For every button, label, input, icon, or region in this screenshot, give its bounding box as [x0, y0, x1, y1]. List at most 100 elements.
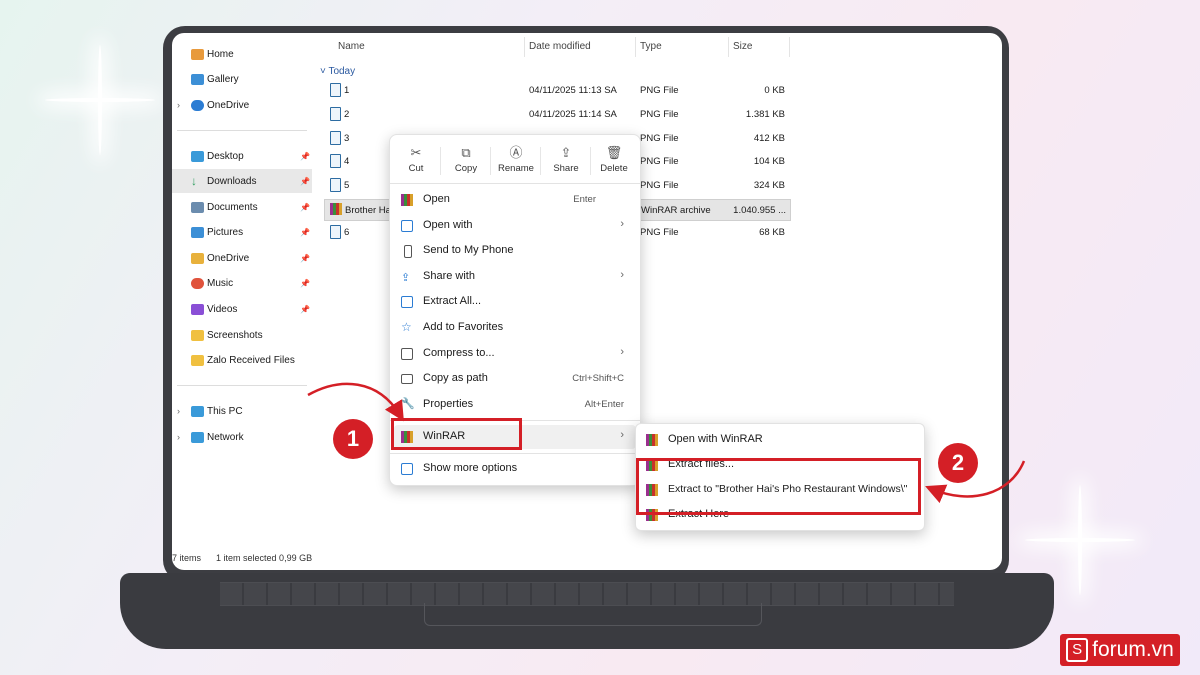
network-icon [191, 431, 204, 443]
pin-icon: 📌 [300, 304, 310, 314]
menu-item-share-with[interactable]: ⇪ Share with › [394, 265, 636, 289]
png-file-icon [330, 83, 341, 97]
sidebar-item-zalo[interactable]: Zalo Received Files [172, 348, 312, 372]
column-divider[interactable] [728, 37, 729, 57]
png-file-icon [330, 107, 341, 121]
cloud-icon [191, 252, 204, 264]
share-icon: ⇪ [560, 145, 572, 160]
rename-button[interactable]: Ⓐ Rename [492, 143, 540, 183]
chevron-right-icon[interactable]: › [177, 100, 180, 110]
sidebar-item-videos[interactable]: Videos 📌 [172, 297, 312, 321]
column-divider[interactable] [789, 37, 790, 57]
copy-icon: ⧉ [461, 145, 471, 160]
music-icon [191, 277, 204, 289]
winrar-icon [646, 434, 658, 446]
computer-icon [191, 405, 204, 417]
pin-icon: 📌 [300, 278, 310, 288]
menu-item-copy-path[interactable]: Copy as path Ctrl+Shift+C [394, 367, 636, 391]
column-divider[interactable] [635, 37, 636, 57]
gallery-icon [191, 73, 204, 85]
divider [390, 453, 640, 454]
chevron-right-icon[interactable]: › [177, 432, 180, 442]
document-icon [191, 201, 204, 213]
submenu-item-open-winrar[interactable]: Open with WinRAR [642, 428, 918, 452]
sidebar-item-onedrive-2[interactable]: OneDrive 📌 [172, 246, 312, 270]
menu-item-open-with[interactable]: Open with › [394, 214, 636, 238]
menu-item-compress[interactable]: Compress to... › [394, 342, 636, 366]
sparkle-decoration [40, 40, 160, 160]
status-bar: 7 items 1 item selected 0,99 GB [172, 553, 313, 563]
png-file-icon [330, 225, 341, 239]
chevron-right-icon: › [620, 429, 624, 441]
pin-icon: 📌 [300, 202, 310, 212]
menu-item-properties[interactable]: 🔧 Properties Alt+Enter [394, 393, 636, 417]
column-header-date[interactable]: Date modified [529, 41, 591, 52]
divider [390, 183, 640, 184]
pin-icon: 📌 [300, 151, 310, 161]
cloud-icon [191, 99, 204, 111]
winrar-icon [401, 194, 413, 206]
pin-icon: 📌 [300, 253, 310, 263]
sidebar-item-home[interactable]: Home [172, 42, 312, 66]
phone-icon [404, 245, 412, 258]
arrow-annotation-2 [925, 460, 1026, 504]
menu-item-extract-all[interactable]: Extract All... [394, 290, 636, 314]
winrar-archive-icon [330, 203, 342, 215]
sidebar-item-downloads[interactable]: ↓ Downloads 📌 [172, 169, 312, 193]
divider [490, 147, 491, 175]
highlight-box-extract-to [636, 458, 921, 515]
folder-icon [191, 329, 204, 341]
menu-item-add-favorites[interactable]: ☆ Add to Favorites [394, 316, 636, 340]
copy-button[interactable]: ⧉ Copy [442, 143, 490, 183]
laptop-touchpad [424, 603, 762, 626]
trash-icon: 🗑 [605, 145, 623, 160]
pin-icon: 📌 [300, 227, 310, 237]
sidebar-item-desktop[interactable]: Desktop 📌 [172, 144, 312, 168]
chevron-right-icon: › [620, 346, 624, 358]
sidebar-item-network[interactable]: › Network [172, 425, 312, 449]
divider [540, 147, 541, 175]
column-header-type[interactable]: Type [640, 41, 662, 52]
share-button[interactable]: ⇪ Share [542, 143, 590, 183]
sidebar-item-gallery[interactable]: Gallery [172, 67, 312, 91]
open-with-icon [401, 220, 413, 232]
sidebar-item-this-pc[interactable]: › This PC [172, 399, 312, 423]
chevron-right-icon: › [620, 269, 624, 281]
column-divider[interactable] [524, 37, 525, 57]
png-file-icon [330, 131, 341, 145]
arrow-annotation-1 [307, 382, 404, 422]
sidebar-item-onedrive[interactable]: › OneDrive [172, 93, 312, 117]
chevron-right-icon: › [620, 218, 624, 230]
column-header-name[interactable]: Name [338, 41, 365, 52]
pictures-icon [191, 226, 204, 238]
star-icon: ☆ [401, 320, 412, 334]
column-header-size[interactable]: Size [733, 41, 752, 52]
divider [440, 147, 441, 175]
pin-icon: 📌 [300, 176, 310, 186]
download-icon: ↓ [191, 173, 197, 188]
videos-icon [191, 303, 204, 315]
sforum-logo: Sforum.vn [1060, 634, 1180, 666]
sidebar-item-documents[interactable]: Documents 📌 [172, 195, 312, 219]
share-icon: ⇪ [401, 272, 411, 284]
cut-button[interactable]: ✂ Cut [392, 143, 440, 183]
desktop-icon [191, 150, 204, 162]
png-file-icon [330, 178, 341, 192]
home-icon [191, 48, 204, 60]
sidebar-item-pictures[interactable]: Pictures 📌 [172, 220, 312, 244]
navigation-pane: Home Gallery › OneDrive Desktop 📌 ↓ Down… [172, 33, 314, 570]
menu-item-show-more[interactable]: Show more options [394, 457, 636, 481]
delete-button[interactable]: 🗑 Delete [590, 143, 638, 183]
more-options-icon [401, 463, 413, 475]
file-row[interactable]: 1 04/11/2025 11:13 SA PNG File 0 KB [324, 80, 789, 100]
file-row[interactable]: 2 04/11/2025 11:14 SA PNG File 1.381 KB [324, 104, 789, 124]
rename-icon: Ⓐ [509, 145, 523, 160]
group-header-today[interactable]: ˅ Today [320, 66, 355, 77]
sidebar-item-music[interactable]: Music 📌 [172, 271, 312, 295]
sidebar-item-screenshots[interactable]: Screenshots [172, 323, 312, 347]
divider [177, 385, 307, 386]
menu-item-open[interactable]: Open Enter [394, 188, 636, 212]
chevron-right-icon[interactable]: › [177, 406, 180, 416]
menu-item-send-to-phone[interactable]: Send to My Phone [394, 239, 636, 263]
extract-icon [401, 296, 413, 308]
